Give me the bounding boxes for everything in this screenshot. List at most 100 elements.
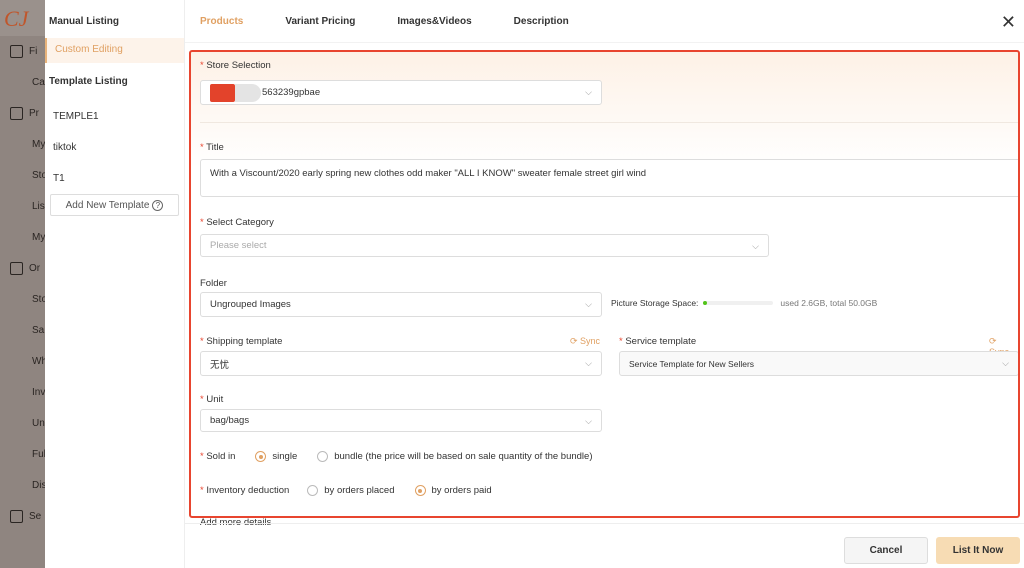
unit-label: * Unit [200,394,224,405]
nav-label: Sto [32,294,45,305]
folder-value: Ungrouped Images [210,299,291,310]
folder-label: Folder [200,278,227,289]
store-value: 563239gpbae [262,87,321,98]
app-nav-item: Se [0,501,45,532]
storage-info: Picture Storage Space: used 2.6GB, total… [611,298,877,308]
title-value: With a Viscount/2020 early spring new cl… [210,168,647,179]
app-nav-item: Sto [0,160,45,191]
sidebar-item-custom-editing[interactable]: Custom Editing [45,38,184,63]
manual-listing-heading: Manual Listing [49,16,119,27]
sold-in-bundle-radio[interactable]: bundle (the price will be based on sale … [317,451,593,463]
category-placeholder: Please select [210,240,267,251]
logo: CJ [0,0,45,36]
nav-label: Sto [32,170,45,181]
shipping-select[interactable]: 无忧 ⌵ [200,351,602,376]
store-name-mask [235,83,261,102]
sold-in-group: * Sold in single bundle (the price will … [200,451,593,462]
nav-label: My [32,139,45,150]
service-label: * Service template [619,336,697,347]
app-nav-item: Sa [0,315,45,346]
nav-label: Fi [29,46,38,57]
chevron-down-icon: ⌵ [585,87,592,97]
folder-select[interactable]: Ungrouped Images ⌵ [200,292,602,317]
close-icon[interactable]: ✕ [1001,12,1016,33]
nav-icon [10,107,23,120]
radio-label: bundle (the price will be based on sale … [334,451,593,463]
sidebar-item-template[interactable]: T1 [45,163,184,194]
add-new-template-button[interactable]: Add New Template? [50,194,179,216]
storage-label: Picture Storage Space: [611,298,699,308]
help-icon[interactable]: ? [152,199,164,211]
label-text: Shipping template [206,336,283,347]
radio-label: by orders placed [324,485,395,497]
store-avatar [210,83,235,102]
tab-images-videos[interactable]: Images&Videos [397,16,471,27]
sold-in-single-radio[interactable]: single [255,451,297,462]
app-nav-item: Wh [0,346,45,377]
service-select[interactable]: Service Template for New Sellers ⌵ [619,351,1018,376]
app-nav-item: Pr [0,98,45,129]
nav-label: Inv [32,387,45,398]
app-nav-item: Un [0,408,45,439]
sidebar-item-template[interactable]: TEMPLE1 [45,101,184,132]
inventory-placed-radio[interactable]: by orders placed [307,485,395,497]
sync-label: Sync [580,336,601,346]
nav-label: My [32,232,45,243]
nav-label: Lis [32,201,45,212]
app-nav-item: Ca [0,67,45,98]
category-label: * Select Category [200,217,274,228]
add-template-label: Add New Template [65,199,150,211]
title-label: * Title [200,142,224,153]
shipping-sync-button[interactable]: ⟳ Sync [570,336,600,347]
inventory-paid-radio[interactable]: by orders paid [414,485,492,497]
sidebar-item-template[interactable]: tiktok [45,132,184,163]
label-text: Sold in [206,451,236,462]
inventory-label: * Inventory deduction [200,485,290,496]
label-text: Service template [625,336,697,347]
nav-label: Or [29,263,41,274]
nav-label: Se [29,511,42,522]
tab-products[interactable]: Products [200,16,243,27]
app-nav-item: Or [0,253,45,284]
cancel-button[interactable]: Cancel [844,537,928,564]
radio-label: single [272,451,298,463]
category-select[interactable]: Please select ⌵ [200,234,769,257]
title-input[interactable]: With a Viscount/2020 early spring new cl… [200,159,1018,197]
storage-text: used 2.6GB, total 50.0GB [780,298,878,308]
radio-checked-icon [414,485,426,496]
sold-in-label: * Sold in [200,451,236,462]
unit-select[interactable]: bag/bags ⌵ [200,409,602,432]
nav-label: Sa [32,325,45,336]
radio-checked-icon [255,451,267,462]
nav-icon [10,262,23,275]
template-listing-heading: Template Listing [49,76,128,87]
shipping-value: 无忧 [210,359,230,371]
nav-label: Dis [32,480,45,491]
store-select[interactable]: 563239gpbae ⌵ [200,80,602,105]
nav-label: Pr [29,108,39,119]
chevron-down-icon: ⌵ [585,358,592,368]
app-nav-item: Ful [0,439,45,470]
tab-variant-pricing[interactable]: Variant Pricing [285,16,355,27]
nav-label: Un [32,418,45,429]
nav-label: Ful [32,449,45,460]
chevron-down-icon: ⌵ [1002,358,1009,368]
tab-description[interactable]: Description [514,16,569,27]
label-text: Inventory deduction [206,485,290,496]
label-text: Unit [206,394,224,405]
storage-bar [703,301,774,305]
list-it-now-button[interactable]: List It Now [936,537,1020,564]
radio-unchecked-icon [307,485,319,496]
listing-sidebar: Manual Listing Custom Editing Template L… [45,0,185,568]
nav-icon [10,45,23,58]
radio-label: by orders paid [431,485,492,497]
chevron-down-icon: ⌵ [585,299,592,309]
nav-label: Wh [32,356,45,367]
label-text: Title [206,142,224,153]
shipping-label: * Shipping template [200,336,283,347]
app-nav-item: Fi [0,36,45,67]
storage-bar-fill [703,301,708,305]
app-nav-backdrop: CJ Fi Ca Pr My Sto Lis My Or Sto Sa Wh Inv Un Ful Dis S… [0,0,45,568]
chevron-down-icon: ⌵ [752,241,759,251]
product-form-highlight: * Store Selection 563239gpbae ⌵ * Title W… [189,50,1020,518]
